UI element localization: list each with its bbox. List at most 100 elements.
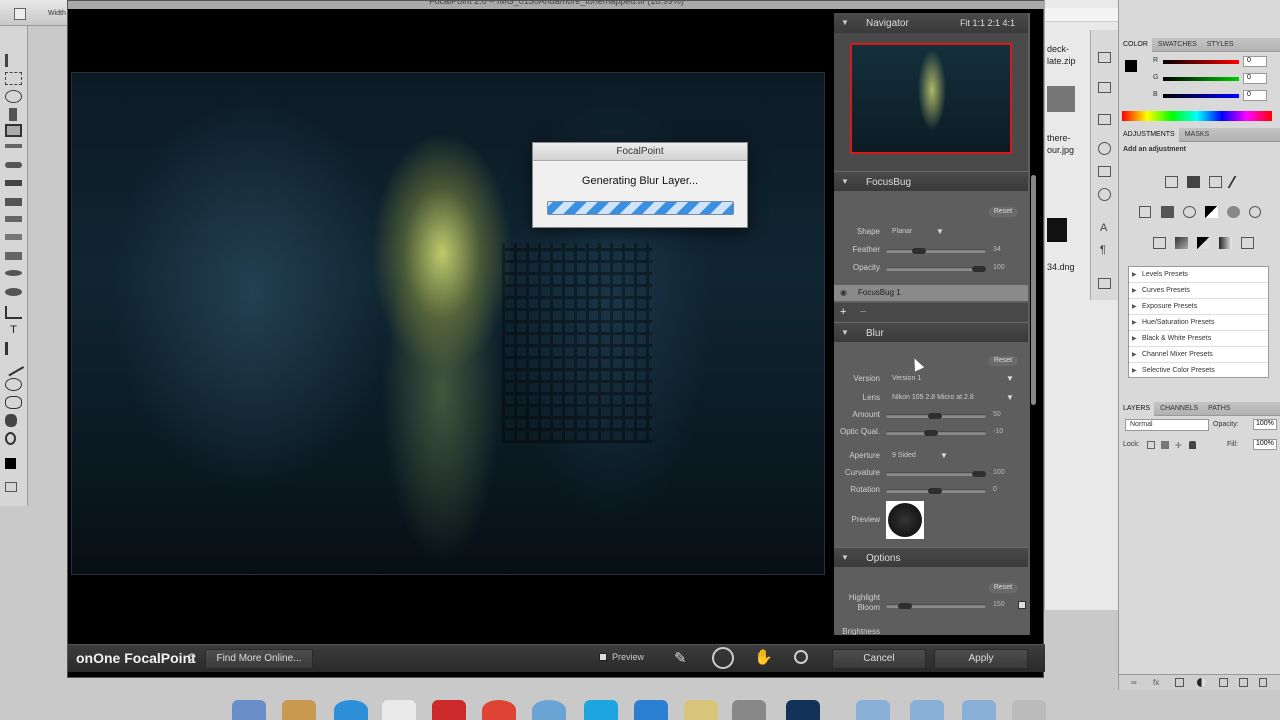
navigator-header[interactable]: ▼ Navigator Fit 1:1 2:1 4:1 bbox=[834, 13, 1028, 33]
trash-icon[interactable] bbox=[1259, 678, 1267, 687]
archive-icon[interactable] bbox=[282, 700, 316, 720]
slider-knob[interactable] bbox=[972, 266, 986, 272]
info-icon[interactable] bbox=[1098, 188, 1111, 201]
tab-swatches[interactable]: SWATCHES bbox=[1154, 38, 1201, 52]
color-balance-icon[interactable] bbox=[1183, 206, 1196, 218]
dodge-tool-icon[interactable] bbox=[5, 288, 22, 296]
find-more-online-button[interactable]: Find More Online... bbox=[205, 649, 313, 669]
chevron-down-icon[interactable]: ▼ bbox=[1006, 374, 1014, 383]
lock-position-icon[interactable]: ✛ bbox=[1175, 441, 1182, 450]
blend-mode-select[interactable]: Normal bbox=[1125, 419, 1209, 431]
file-thumbnail[interactable] bbox=[1047, 86, 1075, 112]
quick-select-tool-icon[interactable] bbox=[9, 108, 17, 121]
chevron-down-icon[interactable]: ▼ bbox=[936, 227, 944, 236]
preset-item[interactable]: Selective Color Presets bbox=[1129, 363, 1268, 379]
eye-icon[interactable]: ◉ bbox=[840, 288, 847, 297]
collapse-icon[interactable]: ▼ bbox=[841, 328, 849, 337]
collapse-icon[interactable]: ▼ bbox=[841, 18, 849, 27]
rotation-slider[interactable] bbox=[886, 488, 986, 494]
finder-icon[interactable] bbox=[232, 700, 266, 720]
lasso-tool-icon[interactable] bbox=[5, 90, 22, 103]
facetime-icon[interactable] bbox=[634, 700, 668, 720]
clone-source-icon[interactable] bbox=[1098, 166, 1111, 177]
amount-slider[interactable] bbox=[886, 413, 986, 419]
add-mask-icon[interactable] bbox=[1175, 678, 1184, 687]
invert-icon[interactable] bbox=[1153, 237, 1166, 249]
exposure-icon[interactable] bbox=[1227, 176, 1248, 188]
foreground-color-swatch[interactable] bbox=[5, 458, 16, 469]
black-white-icon[interactable] bbox=[1205, 206, 1218, 218]
tab-layers[interactable]: LAYERS bbox=[1119, 402, 1155, 416]
shape-tool-icon[interactable] bbox=[2, 356, 25, 377]
opacity-slider[interactable] bbox=[886, 266, 986, 272]
folder-icon[interactable] bbox=[962, 700, 996, 720]
foreground-color-swatch[interactable] bbox=[1125, 60, 1137, 72]
cancel-button[interactable]: Cancel bbox=[832, 649, 926, 669]
photo-filter-icon[interactable] bbox=[1227, 206, 1240, 218]
lens-dropdown[interactable]: Nikon 105 2.8 Micro at 2.8 bbox=[892, 394, 974, 401]
hue-saturation-icon[interactable] bbox=[1161, 206, 1174, 218]
photoshop-icon[interactable] bbox=[786, 700, 820, 720]
focusbug-layer-row[interactable]: ◉ FocusBug 1 bbox=[834, 285, 1028, 301]
tab-masks[interactable]: MASKS bbox=[1181, 128, 1214, 142]
link-layers-icon[interactable]: ∞ bbox=[1131, 678, 1137, 687]
options-header[interactable]: ▼ Options bbox=[834, 547, 1028, 567]
levels-icon[interactable] bbox=[1187, 176, 1200, 188]
slider-knob[interactable] bbox=[928, 413, 942, 419]
feather-slider[interactable] bbox=[886, 248, 986, 254]
preset-item[interactable]: Levels Presets bbox=[1129, 267, 1268, 283]
history-icon[interactable] bbox=[1098, 52, 1111, 63]
preset-item[interactable]: Exposure Presets bbox=[1129, 299, 1268, 315]
history-brush-icon[interactable] bbox=[5, 216, 22, 222]
curves-icon[interactable] bbox=[1209, 176, 1222, 188]
focusbug-icon[interactable] bbox=[712, 647, 734, 669]
move-tool-icon[interactable] bbox=[5, 54, 22, 67]
tab-channels[interactable]: CHANNELS bbox=[1156, 402, 1202, 416]
opacity-value[interactable]: 100% bbox=[1253, 419, 1277, 430]
navigator-thumbnail[interactable] bbox=[850, 43, 1012, 154]
browser-icon[interactable] bbox=[532, 700, 566, 720]
crop-tool-icon[interactable] bbox=[5, 124, 22, 137]
blur-tool-icon[interactable] bbox=[5, 270, 22, 276]
new-layer-icon[interactable] bbox=[1239, 678, 1248, 687]
marquee-tool-icon[interactable] bbox=[5, 72, 22, 85]
r-slider[interactable] bbox=[1163, 60, 1239, 64]
eraser-tool-icon[interactable] bbox=[5, 234, 22, 240]
tab-styles[interactable]: STYLES bbox=[1203, 38, 1238, 52]
chevron-down-icon[interactable]: ▼ bbox=[940, 451, 948, 460]
chrome-icon[interactable] bbox=[482, 700, 516, 720]
file-thumbnail[interactable] bbox=[1047, 218, 1067, 242]
tab-color[interactable]: COLOR bbox=[1119, 38, 1152, 52]
focusbug-reset-button[interactable]: Reset bbox=[988, 207, 1018, 217]
lock-all-icon[interactable] bbox=[1189, 441, 1196, 449]
preview-checkbox[interactable] bbox=[599, 653, 607, 661]
selective-color-icon[interactable] bbox=[1241, 237, 1254, 249]
video-editor-icon[interactable] bbox=[732, 700, 766, 720]
brightness-icon[interactable] bbox=[1165, 176, 1178, 188]
bookmark-app-icon[interactable] bbox=[432, 700, 466, 720]
curvature-slider[interactable] bbox=[886, 471, 986, 477]
slider-knob[interactable] bbox=[972, 471, 986, 477]
gradient-map-icon[interactable] bbox=[1219, 237, 1232, 249]
trash-icon[interactable] bbox=[1012, 700, 1046, 720]
clone-stamp-icon[interactable] bbox=[5, 198, 22, 206]
channel-mixer-icon[interactable] bbox=[1249, 206, 1261, 218]
focusbug-header[interactable]: ▼ FocusBug bbox=[834, 171, 1028, 191]
threshold-icon[interactable] bbox=[1197, 237, 1210, 249]
b-value[interactable]: 0 bbox=[1243, 90, 1267, 101]
character-icon[interactable]: A bbox=[1100, 222, 1107, 234]
pen-tool-icon[interactable] bbox=[5, 306, 22, 319]
tool-presets-icon[interactable] bbox=[1098, 114, 1111, 125]
layer-style-icon[interactable]: fx bbox=[1153, 678, 1159, 687]
eyedropper-tool-icon[interactable] bbox=[5, 144, 22, 148]
file-name[interactable]: there- bbox=[1047, 133, 1071, 143]
optic-quality-slider[interactable] bbox=[886, 430, 986, 436]
notes-icon[interactable] bbox=[1098, 278, 1111, 289]
shape-dropdown[interactable]: Planar bbox=[892, 228, 912, 235]
safari-icon[interactable] bbox=[334, 700, 368, 720]
blur-header[interactable]: ▼ Blur bbox=[834, 322, 1028, 342]
preset-item[interactable]: Curves Presets bbox=[1129, 283, 1268, 299]
new-adjustment-icon[interactable] bbox=[1197, 678, 1206, 687]
skype-icon[interactable] bbox=[584, 700, 618, 720]
slider-knob[interactable] bbox=[928, 488, 942, 494]
